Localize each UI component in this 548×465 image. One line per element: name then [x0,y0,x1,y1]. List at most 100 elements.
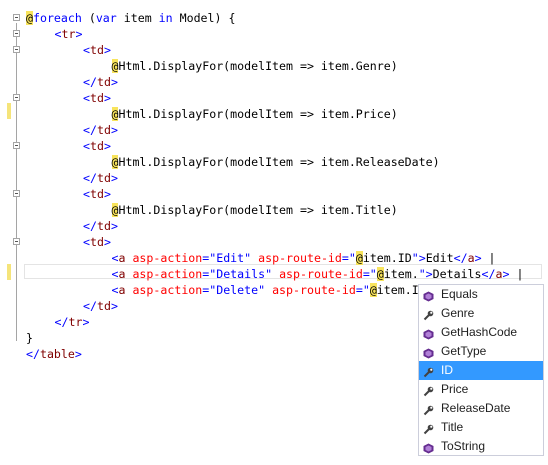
code-token: > [75,27,83,41]
fold-toggle-icon[interactable] [13,30,20,37]
code-line[interactable]: <td> [0,138,548,154]
code-text: <td> [83,42,111,58]
completion-item-gettype[interactable]: GetType [419,342,543,361]
code-token: | [509,267,524,281]
code-token: tr [61,27,76,41]
code-token: td [89,139,104,153]
code-line[interactable]: <td> [0,90,548,106]
fold-toggle-icon[interactable] [13,142,20,149]
code-text: <tr> [55,26,83,42]
code-line[interactable]: </td> [0,170,548,186]
completion-item-label: Title [441,420,464,434]
code-token: </ [26,347,40,361]
code-text: </tr> [55,314,90,330]
completion-item-title[interactable]: Title [419,418,543,437]
code-line[interactable]: </td> [0,74,548,90]
code-line[interactable]: <tr> [0,26,548,42]
code-token: asp-route-id [279,267,363,281]
completion-item-equals[interactable]: Equals [419,285,543,304]
completion-item-gethashcode[interactable]: GetHashCode [419,323,543,342]
code-line[interactable]: @Html.DisplayFor(modelItem => item.Title… [0,202,548,218]
code-token: < [83,43,90,57]
code-line[interactable]: @foreach (var item in Model) { [0,10,548,26]
code-token: item. [383,267,419,281]
code-line[interactable]: @Html.DisplayFor(modelItem => item.Price… [0,106,548,122]
code-token: > [103,139,111,153]
code-token: td [96,299,111,313]
code-token: td [96,219,111,233]
fold-toggle-icon[interactable] [13,190,20,197]
code-token: tr [68,315,83,329]
code-line[interactable]: </td> [0,218,548,234]
code-token: < [83,91,90,105]
code-token: < [83,139,90,153]
method-icon [423,289,434,302]
code-token: </ [83,171,97,185]
code-text: </td> [83,170,118,186]
code-line[interactable]: @Html.DisplayFor(modelItem => item.Genre… [0,58,548,74]
completion-item-label: ToString [441,439,486,453]
code-text: </td> [83,298,118,314]
code-token: </ [83,219,97,233]
code-token: Html.DisplayFor(modelItem => item.Genre) [118,59,398,73]
code-token: Html.DisplayFor(modelItem => item.Title) [118,203,398,217]
code-token: asp-route-id [258,251,342,265]
code-token: Model) { [172,11,236,25]
code-token: > [110,123,118,137]
completion-item-price[interactable]: Price [419,380,543,399]
fold-toggle-icon[interactable] [13,14,20,21]
code-token: foreach [32,11,82,25]
code-text: </table> [26,346,82,362]
code-line[interactable]: <a asp-action="Edit" asp-route-id="@item… [0,250,548,266]
code-token: > [103,187,111,201]
code-text: </td> [83,74,118,90]
razor-marker: @ [369,283,377,297]
completion-item-genre[interactable]: Genre [419,304,543,323]
code-token: td [89,235,104,249]
intellisense-completion-list[interactable]: Equals Genre GetHashCode GetType ID Price Rele… [418,284,544,456]
code-line[interactable]: <td> [0,186,548,202]
code-token: ="Edit" [202,251,252,265]
completion-item-tostring[interactable]: ToString [419,437,543,456]
code-token: > [474,251,482,265]
completion-item-label: ReleaseDate [441,401,511,415]
code-token: < [83,235,90,249]
code-text: <td> [83,234,111,250]
completion-item-releasedate[interactable]: ReleaseDate [419,399,543,418]
code-token: item.ID [362,251,412,265]
code-token: > [110,219,118,233]
completion-item-label: GetType [441,344,487,358]
code-token: ="Delete" [202,283,266,297]
property-icon [423,384,434,397]
razor-marker: @ [355,251,363,265]
code-line[interactable]: </td> [0,122,548,138]
code-text: <td> [83,186,111,202]
code-token: > [110,171,118,185]
code-token: in [158,11,173,25]
property-icon [423,403,434,416]
code-token: > [74,347,82,361]
code-token: td [96,171,111,185]
code-line[interactable]: @Html.DisplayFor(modelItem => item.Relea… [0,154,548,170]
completion-item-id[interactable]: ID [419,361,543,380]
method-icon [423,327,434,340]
code-text: <td> [83,90,111,106]
code-token: Html.DisplayFor(modelItem => item.Price) [118,107,398,121]
code-line[interactable]: <td> [0,42,548,58]
code-token: asp-action [132,251,203,265]
code-text: @Html.DisplayFor(modelItem => item.Price… [111,106,398,122]
code-token: > [110,75,118,89]
code-text: <a asp-action="Edit" asp-route-id="@item… [112,250,496,266]
code-token: < [83,187,90,201]
code-token: ( [81,11,96,25]
code-token: td [89,91,104,105]
fold-toggle-icon[interactable] [13,238,20,245]
fold-toggle-icon[interactable] [13,94,20,101]
code-line[interactable]: <td> [0,234,548,250]
code-token: item.I [376,283,419,297]
fold-toggle-icon[interactable] [13,46,20,53]
property-icon [423,308,434,321]
code-line[interactable]: <a asp-action="Details" asp-route-id="@i… [0,266,548,282]
code-token: </ [83,299,97,313]
